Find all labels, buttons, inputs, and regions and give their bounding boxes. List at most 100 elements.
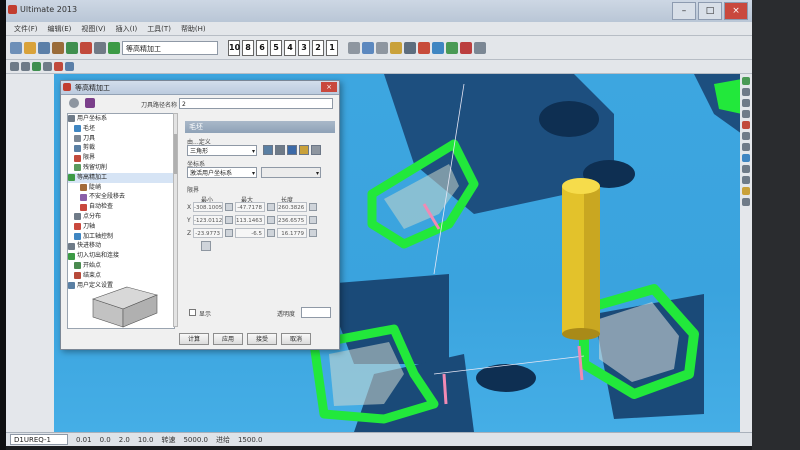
- view-button-6[interactable]: 6: [256, 39, 268, 56]
- load-block-icon[interactable]: [287, 145, 297, 155]
- measure-icon[interactable]: [432, 41, 444, 54]
- tool-icon[interactable]: [80, 41, 92, 54]
- check-icon[interactable]: [446, 41, 458, 54]
- view-fit-icon[interactable]: [742, 121, 750, 129]
- z-max-field[interactable]: -6.5: [235, 228, 265, 238]
- save-icon[interactable]: [38, 41, 50, 54]
- view-zoom-icon[interactable]: [742, 132, 750, 140]
- define-by-select[interactable]: 三角形 ▾: [187, 145, 257, 156]
- boundary-icon[interactable]: [94, 41, 106, 54]
- calc-icon[interactable]: [225, 229, 233, 237]
- view-button-3[interactable]: 3: [298, 39, 310, 56]
- strategy-icon[interactable]: [108, 41, 120, 54]
- coord-secondary-select[interactable]: ▾: [261, 167, 321, 178]
- x-min-field[interactable]: -308.1005: [193, 202, 223, 212]
- calc-icon[interactable]: [267, 229, 275, 237]
- hatch-icon[interactable]: [54, 62, 63, 71]
- x-length-field[interactable]: 260.3826: [277, 202, 307, 212]
- new-icon[interactable]: [10, 41, 22, 54]
- level-icon[interactable]: [65, 62, 74, 71]
- tree-item[interactable]: 不安全段移去: [68, 192, 174, 202]
- tree-item[interactable]: 陡峭: [68, 183, 174, 193]
- tree-item[interactable]: 剪裁: [68, 143, 174, 153]
- minimize-button[interactable]: –: [672, 2, 696, 20]
- view-side-icon[interactable]: [742, 110, 750, 118]
- tree-scrollbar[interactable]: [173, 113, 178, 327]
- menu-tools[interactable]: 工具(T): [143, 24, 175, 34]
- tree-item[interactable]: 加工轴控制: [68, 232, 174, 242]
- open-icon[interactable]: [24, 41, 36, 54]
- tree-item[interactable]: 刀具: [68, 134, 174, 144]
- view-top-icon[interactable]: [742, 88, 750, 96]
- calc-icon[interactable]: [225, 216, 233, 224]
- save-block-icon[interactable]: [275, 145, 285, 155]
- view-rotate-icon[interactable]: [742, 176, 750, 184]
- calc-icon[interactable]: [267, 216, 275, 224]
- zoom-icon[interactable]: [348, 41, 360, 54]
- z-length-field[interactable]: 16.1779: [277, 228, 307, 238]
- z-min-field[interactable]: -23.9773: [193, 228, 223, 238]
- tree-item[interactable]: 点分布: [68, 212, 174, 222]
- stop-icon[interactable]: [460, 41, 472, 54]
- import-icon[interactable]: [52, 41, 64, 54]
- view-shade-icon[interactable]: [742, 154, 750, 162]
- view-button-8[interactable]: 8: [242, 39, 254, 56]
- tree-item[interactable]: 残留切削: [68, 163, 174, 173]
- calc-icon[interactable]: [309, 229, 317, 237]
- block-wire-icon[interactable]: [311, 145, 321, 155]
- toolpath-name-input[interactable]: 2: [179, 98, 333, 109]
- model-icon[interactable]: [21, 62, 30, 71]
- block-icon[interactable]: [66, 41, 78, 54]
- view-button-1[interactable]: 1: [326, 39, 338, 56]
- menu-view[interactable]: 视图(V): [77, 24, 109, 34]
- tree-item[interactable]: 毛坯: [68, 124, 174, 134]
- transparency-slider[interactable]: [301, 307, 331, 318]
- view-section-icon[interactable]: [742, 198, 750, 206]
- calc-icon[interactable]: [309, 216, 317, 224]
- close-button[interactable]: ×: [724, 2, 748, 20]
- y-min-field[interactable]: -123.0112: [193, 215, 223, 225]
- tree-item-selected[interactable]: 等高精加工: [68, 172, 174, 183]
- menu-file[interactable]: 文件(F): [10, 24, 42, 34]
- apply-button[interactable]: 应用: [213, 333, 243, 345]
- view-button-2[interactable]: 2: [312, 39, 324, 56]
- layer-icon[interactable]: [10, 62, 19, 71]
- tree-item[interactable]: 用户坐标系: [68, 114, 174, 124]
- view-button-10[interactable]: 10: [228, 39, 240, 56]
- pan-icon[interactable]: [376, 41, 388, 54]
- show-checkbox[interactable]: [189, 309, 196, 316]
- view-pan-icon[interactable]: [742, 143, 750, 151]
- tree-item[interactable]: 限界: [68, 153, 174, 163]
- accept-button[interactable]: 接受: [247, 333, 277, 345]
- view-wire-icon[interactable]: [742, 165, 750, 173]
- calculate-block-icon[interactable]: [263, 145, 273, 155]
- tree-item[interactable]: 快进移动: [68, 241, 174, 251]
- view-button-4[interactable]: 4: [284, 39, 296, 56]
- simulate-icon[interactable]: [418, 41, 430, 54]
- view-light-icon[interactable]: [742, 187, 750, 195]
- maximize-button[interactable]: □: [698, 2, 722, 20]
- lock-icon[interactable]: [201, 241, 211, 251]
- dialog-close-button[interactable]: ×: [321, 82, 337, 92]
- view-button-5[interactable]: 5: [270, 39, 282, 56]
- toolpath-select[interactable]: 等高精加工: [122, 40, 218, 55]
- settings-icon[interactable]: [474, 41, 486, 54]
- calculate-button[interactable]: 计算: [179, 333, 209, 345]
- workplane-select[interactable]: D1UREQ-1: [10, 434, 68, 445]
- menu-help[interactable]: 帮助(H): [177, 24, 210, 34]
- tree-item[interactable]: 刀轴: [68, 222, 174, 232]
- block-shade-icon[interactable]: [299, 145, 309, 155]
- calc-icon[interactable]: [225, 203, 233, 211]
- wire-icon[interactable]: [404, 41, 416, 54]
- view-front-icon[interactable]: [742, 99, 750, 107]
- y-length-field[interactable]: 236.6575: [277, 215, 307, 225]
- feature-icon[interactable]: [43, 62, 52, 71]
- tree-item[interactable]: 开始点: [68, 261, 174, 271]
- menu-insert[interactable]: 插入(I): [112, 24, 142, 34]
- coord-select[interactable]: 激活用户坐标系 ▾: [187, 167, 257, 178]
- view-iso-icon[interactable]: [742, 77, 750, 85]
- menu-edit[interactable]: 编辑(E): [44, 24, 76, 34]
- shade-icon[interactable]: [390, 41, 402, 54]
- tree-item[interactable]: 切入切出和连接: [68, 251, 174, 261]
- x-max-field[interactable]: -47.7178: [235, 202, 265, 212]
